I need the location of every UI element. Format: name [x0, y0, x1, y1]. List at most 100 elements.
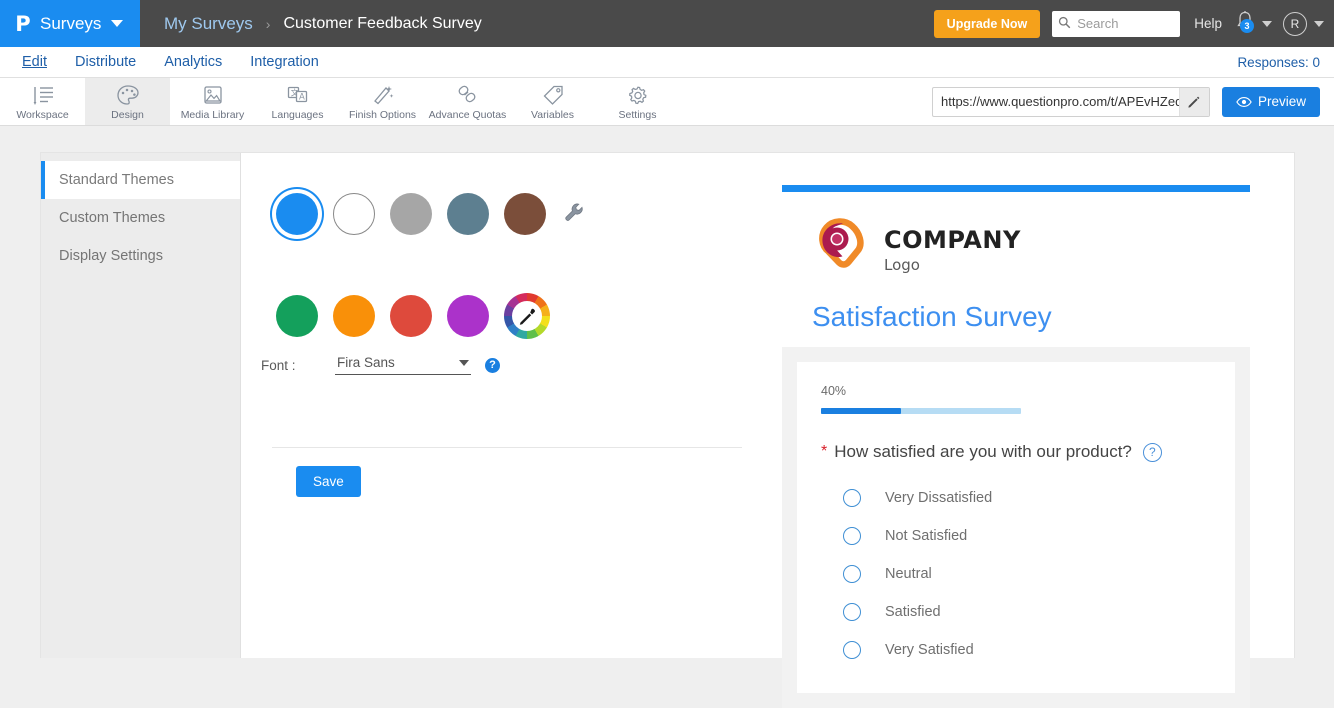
custom-color-picker-wheel[interactable] [504, 293, 550, 339]
eye-icon [1236, 96, 1252, 107]
toolbar-item-media-library[interactable]: Media Library [170, 78, 255, 125]
search-input[interactable] [1075, 15, 1175, 32]
section-divider [272, 447, 742, 448]
option-label: Neutral [885, 566, 932, 582]
radio-button[interactable] [843, 489, 861, 507]
theme-swatch-orange[interactable] [333, 295, 375, 337]
chevron-down-icon[interactable] [459, 359, 469, 366]
question-card-outer: 40% * How satisfied are you with our pro… [782, 347, 1250, 708]
font-selected-value: Fira Sans [337, 355, 395, 370]
upgrade-now-button[interactable]: Upgrade Now [933, 9, 1041, 38]
question-row: * How satisfied are you with our product… [821, 442, 1211, 462]
toolbar-label-media-library: Media Library [180, 109, 245, 121]
toolbar-item-languages[interactable]: 文 A Languages [255, 78, 340, 125]
theme-swatch-row-secondary [276, 293, 565, 339]
radio-button[interactable] [843, 641, 861, 659]
font-select[interactable]: Fira Sans [335, 355, 471, 375]
toolbar-item-design[interactable]: Design [85, 78, 170, 125]
preview-button[interactable]: Preview [1221, 86, 1320, 117]
theme-design-area: Font : Fira Sans ? Save COMPANY Logo Sat… [241, 153, 1294, 708]
theme-swatch-red[interactable] [390, 295, 432, 337]
radio-button[interactable] [843, 527, 861, 545]
toolbar-item-variables[interactable]: Variables [510, 78, 595, 125]
question-help-icon[interactable]: ? [1142, 442, 1162, 462]
option-row-satisfied[interactable]: Satisfied [821, 593, 1211, 631]
design-panel: Standard Themes Custom Themes Display Se… [40, 152, 1295, 708]
search-box[interactable] [1052, 10, 1181, 37]
edit-url-button[interactable] [1178, 87, 1209, 116]
tab-analytics[interactable]: Analytics [150, 47, 236, 77]
preview-button-label: Preview [1257, 94, 1306, 109]
sidebar-item-display-settings[interactable]: Display Settings [41, 237, 240, 275]
toolbar-label-finish-options: Finish Options [348, 109, 417, 121]
sidebar-label-standard-themes: Standard Themes [59, 172, 174, 188]
option-label: Satisfied [885, 604, 941, 620]
option-row-very-dissatisfied[interactable]: Very Dissatisfied [821, 479, 1211, 517]
option-row-very-satisfied[interactable]: Very Satisfied [821, 631, 1211, 669]
notification-count-badge: 3 [1240, 19, 1254, 33]
company-logo-sub: Logo [884, 255, 920, 274]
preview-accent-bar [782, 185, 1250, 192]
questionpro-logo-icon: P [15, 11, 31, 36]
help-link[interactable]: Help [1194, 16, 1222, 31]
breadcrumb-current-survey: Customer Feedback Survey [283, 14, 482, 32]
toolbar-item-advance-quotas[interactable]: Advance Quotas [425, 78, 510, 125]
search-icon [1058, 16, 1071, 32]
survey-preview: COMPANY Logo Satisfaction Survey 40% * H… [782, 185, 1254, 708]
option-label: Not Satisfied [885, 528, 968, 544]
font-help-icon[interactable]: ? [485, 357, 500, 373]
theme-swatch-blue[interactable] [276, 193, 318, 235]
eyedropper-icon [504, 293, 550, 339]
theme-swatch-green[interactable] [276, 295, 318, 337]
toolbar-label-variables: Variables [531, 109, 574, 121]
tab-distribute[interactable]: Distribute [61, 47, 150, 77]
required-marker: * [821, 443, 828, 460]
company-logo-text: COMPANY Logo [884, 228, 1021, 274]
radio-button[interactable] [843, 603, 861, 621]
breadcrumb: My Surveys › Customer Feedback Survey [164, 0, 482, 47]
magic-wand-icon [371, 82, 395, 108]
font-label: Font : [261, 357, 296, 373]
option-row-neutral[interactable]: Neutral [821, 555, 1211, 593]
brand-surveys-menu[interactable]: P Surveys [0, 0, 140, 47]
theme-swatch-slate-blue[interactable] [447, 193, 489, 235]
toolbar-item-finish-options[interactable]: Finish Options [340, 78, 425, 125]
radio-button[interactable] [843, 565, 861, 583]
theme-swatch-brown[interactable] [504, 193, 546, 235]
toolbar-item-settings[interactable]: Settings [595, 78, 680, 125]
sidebar-item-custom-themes[interactable]: Custom Themes [41, 199, 240, 237]
toolbar-label-languages: Languages [271, 109, 324, 121]
avatar[interactable]: R [1283, 11, 1307, 36]
design-sidebar: Standard Themes Custom Themes Display Se… [41, 153, 241, 658]
tag-icon [541, 82, 565, 108]
survey-title: Satisfaction Survey [812, 301, 1052, 332]
chevron-down-icon[interactable] [111, 20, 124, 27]
toolbar-item-workspace[interactable]: Workspace [0, 78, 85, 125]
answer-options-list: Very Dissatisfied Not Satisfied Neutral [821, 479, 1211, 669]
account-chevron-down-icon[interactable] [1314, 20, 1324, 27]
company-name: COMPANY [884, 225, 1021, 254]
responses-count: Responses: 0 [1237, 54, 1320, 70]
wrench-icon[interactable] [563, 201, 585, 228]
notifications-chevron-down-icon[interactable] [1262, 20, 1272, 27]
pencil-icon [1188, 96, 1200, 108]
palette-icon [116, 82, 140, 108]
breadcrumb-my-surveys[interactable]: My Surveys [164, 14, 253, 34]
preview-body: COMPANY Logo Satisfaction Survey [782, 192, 1250, 347]
main-nav-tabs: Edit Distribute Analytics Integration Re… [0, 47, 1334, 78]
theme-swatch-white[interactable] [333, 193, 375, 235]
toolbar-label-design: Design [111, 109, 144, 121]
notifications-bell[interactable]: 3 [1235, 10, 1255, 37]
save-button[interactable]: Save [296, 466, 361, 497]
tab-edit[interactable]: Edit [8, 47, 61, 77]
progress-bar-fill [821, 408, 901, 414]
font-selector-row: Font : Fira Sans ? [261, 355, 500, 375]
design-toolbar: Workspace Design Media Library 文 A Langu… [0, 78, 1334, 126]
option-label: Very Satisfied [885, 642, 974, 658]
survey-url-box[interactable]: https://www.questionpro.com/t/APEvHZeq [931, 86, 1210, 117]
theme-swatch-purple[interactable] [447, 295, 489, 337]
sidebar-item-standard-themes[interactable]: Standard Themes [41, 161, 240, 199]
theme-swatch-gray[interactable] [390, 193, 432, 235]
tab-integration[interactable]: Integration [236, 47, 333, 77]
option-row-not-satisfied[interactable]: Not Satisfied [821, 517, 1211, 555]
